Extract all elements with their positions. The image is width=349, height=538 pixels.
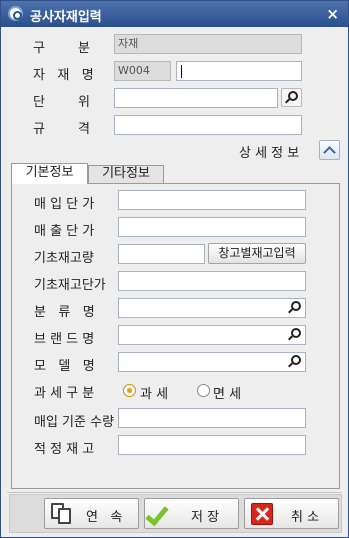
taxable-label: 과 세 bbox=[140, 387, 169, 402]
brand-name-label: 브 랜 드 명 bbox=[34, 332, 95, 347]
unit-label: 단 위 bbox=[33, 95, 90, 110]
close-button[interactable]: × bbox=[326, 4, 339, 24]
base-stock-price-label: 기초재고단가 bbox=[34, 278, 106, 293]
sale-price-label: 매 출 단 가 bbox=[34, 224, 95, 239]
purchase-price-input[interactable] bbox=[118, 190, 306, 210]
copy-icon-back bbox=[58, 508, 71, 524]
tax-exempt-radio[interactable] bbox=[197, 384, 210, 397]
cancel-button[interactable]: 취 소 bbox=[244, 498, 339, 529]
brand-name-input[interactable] bbox=[118, 325, 306, 345]
taxable-radio[interactable] bbox=[123, 384, 136, 397]
save-label: 저 장 bbox=[191, 510, 220, 525]
tax-exempt-label: 면 세 bbox=[213, 387, 242, 402]
window-title: 공사자재입력 bbox=[30, 10, 102, 25]
purchase-base-qty-input[interactable] bbox=[118, 408, 306, 428]
brand-search-button[interactable] bbox=[285, 326, 306, 345]
safety-stock-input[interactable] bbox=[118, 435, 306, 455]
app-icon bbox=[8, 6, 23, 21]
unit-search-button[interactable] bbox=[281, 88, 302, 107]
divider bbox=[7, 492, 342, 493]
class-name-label: 분 류 명 bbox=[34, 305, 95, 320]
unit-input[interactable] bbox=[114, 88, 278, 108]
search-icon bbox=[291, 355, 301, 365]
tax-type-label: 과 세 구 분 bbox=[34, 386, 95, 401]
tab-basic-info[interactable]: 기본정보 bbox=[11, 163, 88, 184]
purchase-base-qty-label: 매입 기준 수량 bbox=[34, 415, 115, 430]
model-name-label: 모 델 명 bbox=[34, 359, 95, 374]
chevron-up-icon[interactable] bbox=[319, 140, 340, 160]
material-name-label: 자 재 명 bbox=[33, 68, 94, 83]
check-icon bbox=[145, 501, 169, 527]
base-stock-price-input[interactable] bbox=[118, 271, 306, 291]
material-input-window: 공사자재입력 × 구 분 자재 자 재 명 W004 단 위 규 격 상 세 정… bbox=[0, 0, 349, 538]
tab-other-info[interactable]: 기타정보 bbox=[88, 165, 164, 183]
sale-price-input[interactable] bbox=[118, 217, 306, 237]
cancel-label: 취 소 bbox=[291, 510, 320, 525]
class-name-input[interactable] bbox=[118, 298, 306, 318]
purchase-price-label: 매 입 단 가 bbox=[34, 197, 95, 212]
safety-stock-label: 적 정 재 고 bbox=[34, 442, 95, 457]
category-label: 구 분 bbox=[33, 41, 90, 56]
save-button[interactable]: 저 장 bbox=[144, 498, 239, 529]
warehouse-stock-button[interactable]: 창고별재고입력 bbox=[208, 243, 306, 264]
search-icon bbox=[288, 91, 298, 101]
search-icon bbox=[291, 328, 301, 338]
model-name-input[interactable] bbox=[118, 352, 306, 372]
base-stock-qty-label: 기초재고량 bbox=[34, 251, 94, 266]
material-name-input[interactable] bbox=[176, 61, 302, 81]
title-bar: 공사자재입력 × bbox=[1, 1, 348, 27]
base-stock-qty-input[interactable] bbox=[118, 244, 205, 264]
continuous-button[interactable]: 연 속 bbox=[44, 498, 139, 529]
spec-label: 규 격 bbox=[33, 122, 90, 137]
class-search-button[interactable] bbox=[285, 299, 306, 318]
continuous-label: 연 속 bbox=[86, 510, 123, 525]
search-icon bbox=[291, 301, 301, 311]
material-code-field: W004 bbox=[114, 61, 171, 81]
close-icon bbox=[251, 503, 273, 525]
category-field: 자재 bbox=[114, 34, 302, 54]
model-search-button[interactable] bbox=[285, 353, 306, 372]
spec-input[interactable] bbox=[114, 115, 302, 135]
text-caret bbox=[181, 65, 182, 78]
detail-info-label: 상 세 정 보 bbox=[239, 146, 300, 161]
